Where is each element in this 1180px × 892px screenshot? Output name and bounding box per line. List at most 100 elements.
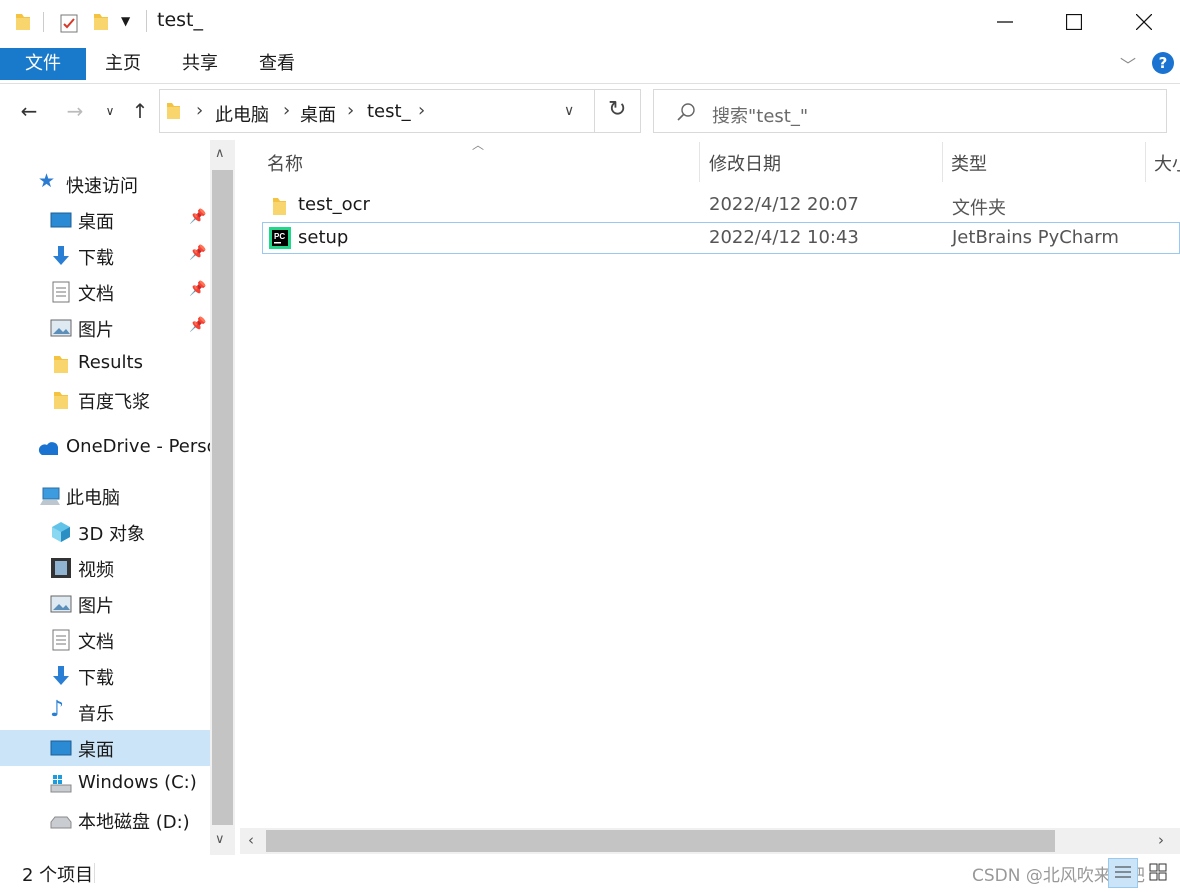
- close-button[interactable]: [1114, 0, 1174, 44]
- sidebar-item-desktop[interactable]: 桌面 📌: [0, 202, 210, 238]
- sidebar-item-drive-d[interactable]: 本地磁盘 (D:): [0, 802, 210, 838]
- scroll-right-chevron-icon[interactable]: ›: [1158, 831, 1164, 849]
- sidebar-item-desktop[interactable]: 桌面: [0, 730, 210, 766]
- search-icon: [677, 103, 695, 121]
- new-folder-icon[interactable]: [92, 12, 110, 32]
- folder-icon: [167, 103, 180, 119]
- pin-icon[interactable]: 📌: [189, 245, 206, 261]
- sidebar-item-videos[interactable]: 视频: [0, 550, 210, 586]
- address-dropdown-chevron-icon[interactable]: ∨: [564, 103, 574, 119]
- file-type: 文件夹: [952, 198, 1006, 219]
- properties-icon[interactable]: [59, 12, 79, 34]
- sidebar-item-downloads[interactable]: 下载: [0, 658, 210, 694]
- tab-view[interactable]: 查看: [243, 48, 311, 80]
- column-divider[interactable]: [942, 142, 943, 182]
- scroll-left-chevron-icon[interactable]: ‹: [248, 831, 254, 849]
- details-view-icon: [1115, 866, 1131, 878]
- details-view-button[interactable]: [1108, 858, 1138, 888]
- tab-share[interactable]: 共享: [166, 48, 234, 80]
- breadcrumb-chevron-icon[interactable]: ›: [347, 100, 354, 121]
- sidebar-item-drive-c[interactable]: Windows (C:): [0, 766, 210, 802]
- sidebar-item-documents[interactable]: 文档: [0, 622, 210, 658]
- file-name: setup: [298, 227, 349, 248]
- sidebar-item-label: 快速访问: [66, 176, 138, 197]
- sidebar-item-music[interactable]: ♪ 音乐: [0, 694, 210, 730]
- breadcrumb-this-pc[interactable]: 此电脑: [215, 101, 269, 127]
- sidebar-item-baidu-paddle[interactable]: 百度飞浆: [0, 382, 210, 418]
- sidebar-item-quick-access[interactable]: ★ 快速访问: [0, 166, 210, 202]
- sidebar-item-this-pc[interactable]: 此电脑: [0, 478, 210, 514]
- cloud-icon: [38, 442, 58, 455]
- folder-icon: [16, 14, 30, 30]
- sidebar-item-onedrive[interactable]: OneDrive - Perso: [0, 430, 218, 466]
- table-row[interactable]: PC setup 2022/4/12 10:43 JetBrains PyCha…: [262, 222, 1180, 254]
- sidebar-item-label: 图片: [78, 596, 114, 617]
- back-button[interactable]: ←: [14, 94, 44, 128]
- breadcrumb-chevron-icon[interactable]: ›: [418, 100, 425, 121]
- breadcrumb-chevron-icon[interactable]: ›: [196, 100, 203, 121]
- table-row[interactable]: test_ocr 2022/4/12 20:07 文件夹: [262, 190, 1180, 222]
- download-icon: [53, 666, 69, 685]
- tab-file[interactable]: 文件: [0, 48, 86, 80]
- column-header-date[interactable]: 修改日期: [709, 150, 781, 176]
- sidebar-item-label: 此电脑: [66, 488, 120, 509]
- expand-ribbon-chevron-icon[interactable]: ﹀: [1120, 52, 1136, 76]
- breadcrumb-test[interactable]: test_: [367, 101, 411, 122]
- minimize-icon: [997, 21, 1013, 23]
- column-header-size[interactable]: 大小: [1154, 150, 1180, 176]
- maximize-button[interactable]: [1044, 0, 1104, 44]
- sidebar-item-results[interactable]: Results: [0, 346, 210, 382]
- sidebar-item-label: 视频: [78, 560, 114, 581]
- pin-icon[interactable]: 📌: [189, 317, 206, 333]
- pin-icon[interactable]: 📌: [189, 281, 206, 297]
- file-date: 2022/4/12 10:43: [709, 227, 859, 248]
- sidebar-item-label: 3D 对象: [78, 524, 146, 545]
- search-input[interactable]: 搜索"test_": [653, 89, 1167, 133]
- horizontal-scrollbar[interactable]: ‹ ›: [240, 828, 1180, 854]
- windows-drive-icon: [50, 775, 72, 793]
- sidebar-item-label: 音乐: [78, 704, 114, 725]
- breadcrumb-chevron-icon[interactable]: ›: [283, 100, 290, 121]
- folder-icon: [54, 356, 68, 373]
- sidebar-item-label: 桌面: [78, 212, 114, 233]
- forward-button[interactable]: →: [60, 94, 90, 128]
- column-divider[interactable]: [699, 142, 700, 182]
- scrollbar-thumb[interactable]: [266, 830, 1055, 852]
- back-arrow-icon: ←: [20, 99, 38, 123]
- column-divider[interactable]: [1145, 142, 1146, 182]
- close-icon: [1136, 14, 1152, 30]
- status-bar: 2 个项目 CSDN @北风吹来个吧: [0, 855, 1180, 890]
- scroll-down-chevron-icon[interactable]: ∨: [215, 832, 225, 847]
- sidebar-item-pictures[interactable]: 图片 📌: [0, 310, 210, 346]
- svg-text:PC: PC: [274, 232, 285, 241]
- recent-locations-button[interactable]: ∨: [100, 94, 120, 128]
- file-list: ︿ 名称 修改日期 类型 大小 test_ocr 2022/4/12 20:07…: [240, 138, 1180, 855]
- column-header-name[interactable]: 名称: [267, 150, 303, 176]
- folder-icon: [54, 392, 68, 409]
- sidebar-item-documents[interactable]: 文档 📌: [0, 274, 210, 310]
- large-icons-view-icon: [1149, 863, 1167, 881]
- sidebar-item-label: 图片: [78, 320, 114, 341]
- address-bar[interactable]: › 此电脑 › 桌面 › test_ › ∨ ↻: [159, 89, 641, 133]
- large-icons-view-button[interactable]: [1144, 858, 1174, 888]
- pin-icon[interactable]: 📌: [189, 209, 206, 225]
- computer-icon: [40, 487, 60, 505]
- sidebar-item-downloads[interactable]: 下载 📌: [0, 238, 210, 274]
- help-icon[interactable]: ?: [1152, 52, 1174, 74]
- up-button[interactable]: ↑: [126, 94, 154, 128]
- sidebar-item-3d-objects[interactable]: 3D 对象: [0, 514, 210, 550]
- scrollbar-thumb[interactable]: [212, 170, 233, 825]
- search-placeholder: 搜索"test_": [712, 106, 809, 127]
- quick-access-toolbar-dropdown-icon[interactable]: ▼: [121, 14, 130, 28]
- drive-icon: [50, 816, 72, 829]
- refresh-icon[interactable]: ↻: [608, 97, 626, 122]
- title-bar: ▼ test_: [0, 0, 1180, 44]
- tab-home[interactable]: 主页: [89, 48, 157, 80]
- file-name: test_ocr: [298, 194, 370, 215]
- scroll-up-chevron-icon[interactable]: ∧: [215, 146, 225, 161]
- sidebar-item-pictures[interactable]: 图片: [0, 586, 210, 622]
- column-header-type[interactable]: 类型: [951, 150, 987, 176]
- breadcrumb-desktop[interactable]: 桌面: [300, 101, 336, 127]
- navigation-scrollbar[interactable]: ∧ ∨: [210, 140, 235, 855]
- minimize-button[interactable]: [975, 0, 1035, 44]
